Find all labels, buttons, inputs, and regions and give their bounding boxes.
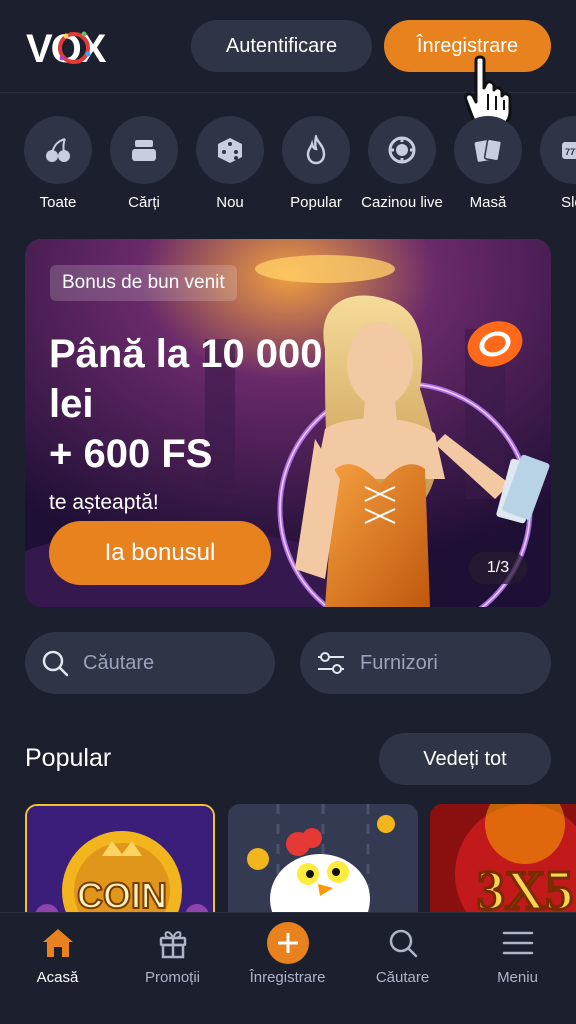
nav-label: Acasă (36, 969, 79, 986)
svg-text:VOX: VOX (26, 27, 107, 70)
nav-label: Căutare (375, 969, 430, 986)
popular-games-row: COIN 3X5 (0, 804, 576, 914)
category-label: Slot (561, 194, 576, 211)
plus-icon (266, 922, 309, 964)
category-label: Popular (290, 194, 342, 211)
search-icon (42, 650, 69, 677)
banner-pager: 1/3 (469, 552, 527, 584)
search-input[interactable]: Căutare (25, 632, 275, 694)
nav-label: Promoții (144, 969, 200, 986)
game-card-chicken[interactable] (228, 804, 418, 914)
category-label: Masă (469, 194, 507, 211)
top-bar: VOX Autentificare Înregistrare (0, 0, 576, 130)
search-icon (389, 929, 417, 958)
providers-filter-button[interactable]: Furnizori (300, 632, 551, 694)
menu-icon (502, 931, 533, 955)
nav-menu[interactable]: Meniu (460, 913, 575, 1024)
providers-label: Furnizori (360, 651, 438, 674)
nav-promotions[interactable]: Promoții (115, 913, 230, 1024)
section-title-popular: Popular (25, 744, 112, 772)
category-strip: Toate Cărți Nou Popular Cazinou live Mas… (0, 116, 576, 216)
svg-text:3X5: 3X5 (477, 860, 573, 914)
category-nou[interactable]: Nou (187, 116, 273, 211)
nav-home[interactable]: Acasă (0, 913, 115, 1024)
cherries-icon (46, 138, 70, 162)
bottom-navigation: Acasă Promoții Înregistrare Căutare Meni… (0, 912, 576, 1024)
banner-subtext: te așteaptă! (49, 491, 159, 514)
coin-game-thumbnail: COIN (27, 806, 213, 914)
gift-icon (159, 931, 186, 959)
category-label: Toate (39, 194, 77, 211)
category-popular[interactable]: Popular (273, 116, 359, 211)
game-card-3x5[interactable]: 3X5 (430, 804, 576, 914)
category-toate[interactable]: Toate (15, 116, 101, 211)
chicken-game-thumbnail (228, 804, 418, 914)
nav-register[interactable]: Înregistrare (230, 913, 345, 1024)
category-label: Cărți (128, 194, 160, 211)
vox-logo[interactable]: VOX (24, 24, 136, 70)
chip-icon (388, 136, 416, 164)
category-cazinou-live[interactable]: Cazinou live (359, 116, 445, 211)
nav-search[interactable]: Căutare (345, 913, 460, 1024)
search-placeholder: Căutare (83, 651, 155, 674)
3x5-game-thumbnail: 3X5 (430, 804, 576, 914)
nav-label: Înregistrare (249, 969, 326, 986)
svg-text:COIN: COIN (77, 875, 167, 914)
stack-icon (132, 140, 156, 161)
category-carti[interactable]: Cărți (101, 116, 187, 211)
fire-icon (306, 135, 326, 165)
sliders-icon (318, 652, 344, 674)
category-label: Cazinou live (361, 194, 443, 211)
bonus-badge: Bonus de bun venit (50, 265, 237, 301)
login-button[interactable]: Autentificare (191, 20, 372, 72)
dice-icon (218, 138, 242, 163)
slot-icon: 777 (562, 142, 576, 159)
category-slot[interactable]: 777 Slot (531, 116, 576, 211)
see-all-button[interactable]: Vedeți tot (379, 733, 551, 785)
banner-headline: Până la 10 000 lei + 600 FS (49, 332, 323, 476)
svg-text:777: 777 (565, 147, 576, 157)
category-masa[interactable]: Masă (445, 116, 531, 211)
game-card-coin[interactable]: COIN (25, 804, 215, 914)
category-label: Nou (216, 194, 244, 211)
cards-icon (474, 138, 503, 162)
promo-banner[interactable]: Bonus de bun venit Până la 10 000 lei + … (25, 239, 551, 607)
home-icon (42, 929, 73, 957)
claim-bonus-button[interactable]: Ia bonusul (49, 521, 271, 585)
nav-label: Meniu (497, 969, 538, 986)
